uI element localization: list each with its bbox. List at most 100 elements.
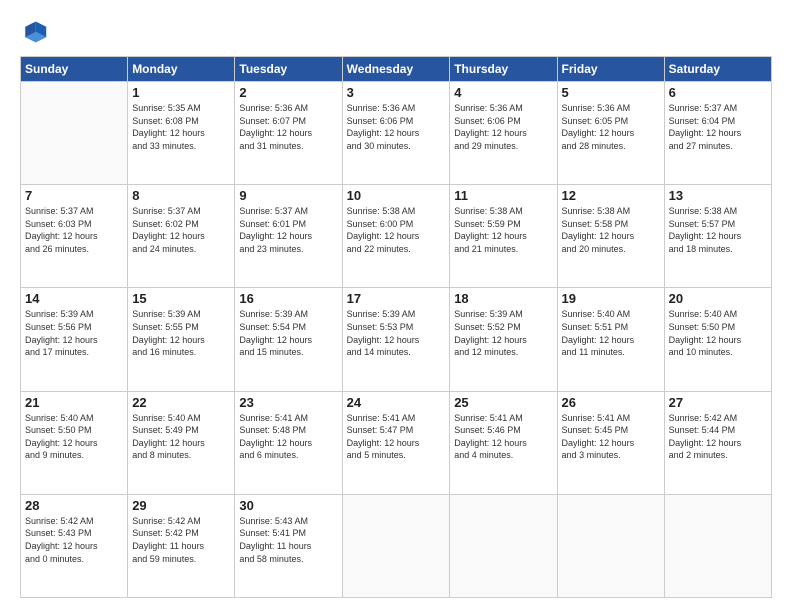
day-number: 16 [239, 291, 337, 306]
day-cell: 1 Sunrise: 5:35 AM Sunset: 6:08 PM Daylig… [128, 82, 235, 185]
day-cell: 26 Sunrise: 5:41 AM Sunset: 5:45 PM Dayli… [557, 391, 664, 494]
day-number: 27 [669, 395, 767, 410]
day-cell: 5 Sunrise: 5:36 AM Sunset: 6:05 PM Daylig… [557, 82, 664, 185]
weekday-header-monday: Monday [128, 57, 235, 82]
day-number: 19 [562, 291, 660, 306]
day-cell: 20 Sunrise: 5:40 AM Sunset: 5:50 PM Dayli… [664, 288, 771, 391]
day-info: Sunrise: 5:41 AM Sunset: 5:46 PM Dayligh… [454, 412, 552, 462]
day-info: Sunrise: 5:38 AM Sunset: 5:59 PM Dayligh… [454, 205, 552, 255]
day-info: Sunrise: 5:38 AM Sunset: 6:00 PM Dayligh… [347, 205, 446, 255]
calendar: SundayMondayTuesdayWednesdayThursdayFrid… [20, 56, 772, 598]
day-info: Sunrise: 5:38 AM Sunset: 5:58 PM Dayligh… [562, 205, 660, 255]
day-cell: 22 Sunrise: 5:40 AM Sunset: 5:49 PM Dayli… [128, 391, 235, 494]
day-cell [450, 494, 557, 597]
day-number: 23 [239, 395, 337, 410]
header [20, 18, 772, 46]
day-number: 20 [669, 291, 767, 306]
day-info: Sunrise: 5:36 AM Sunset: 6:06 PM Dayligh… [347, 102, 446, 152]
day-number: 7 [25, 188, 123, 203]
day-info: Sunrise: 5:35 AM Sunset: 6:08 PM Dayligh… [132, 102, 230, 152]
day-info: Sunrise: 5:40 AM Sunset: 5:50 PM Dayligh… [669, 308, 767, 358]
day-cell: 19 Sunrise: 5:40 AM Sunset: 5:51 PM Dayli… [557, 288, 664, 391]
day-cell [21, 82, 128, 185]
day-cell: 14 Sunrise: 5:39 AM Sunset: 5:56 PM Dayli… [21, 288, 128, 391]
day-cell: 24 Sunrise: 5:41 AM Sunset: 5:47 PM Dayli… [342, 391, 450, 494]
day-info: Sunrise: 5:39 AM Sunset: 5:56 PM Dayligh… [25, 308, 123, 358]
day-cell: 10 Sunrise: 5:38 AM Sunset: 6:00 PM Dayli… [342, 185, 450, 288]
day-number: 14 [25, 291, 123, 306]
day-cell: 23 Sunrise: 5:41 AM Sunset: 5:48 PM Dayli… [235, 391, 342, 494]
day-cell: 3 Sunrise: 5:36 AM Sunset: 6:06 PM Daylig… [342, 82, 450, 185]
day-number: 5 [562, 85, 660, 100]
logo-icon [20, 18, 48, 46]
day-number: 2 [239, 85, 337, 100]
day-cell: 25 Sunrise: 5:41 AM Sunset: 5:46 PM Dayli… [450, 391, 557, 494]
day-info: Sunrise: 5:42 AM Sunset: 5:42 PM Dayligh… [132, 515, 230, 565]
day-info: Sunrise: 5:42 AM Sunset: 5:44 PM Dayligh… [669, 412, 767, 462]
day-number: 6 [669, 85, 767, 100]
day-number: 3 [347, 85, 446, 100]
day-cell: 18Sunrise: 5:39 AM Sunset: 5:52 PM Dayli… [450, 288, 557, 391]
day-info: Sunrise: 5:39 AM Sunset: 5:54 PM Dayligh… [239, 308, 337, 358]
day-number: 29 [132, 498, 230, 513]
weekday-header-thursday: Thursday [450, 57, 557, 82]
week-row-5: 28Sunrise: 5:42 AM Sunset: 5:43 PM Dayli… [21, 494, 772, 597]
day-cell [664, 494, 771, 597]
day-number: 25 [454, 395, 552, 410]
day-number: 17 [347, 291, 446, 306]
day-number: 8 [132, 188, 230, 203]
day-info: Sunrise: 5:40 AM Sunset: 5:49 PM Dayligh… [132, 412, 230, 462]
day-info: Sunrise: 5:37 AM Sunset: 6:02 PM Dayligh… [132, 205, 230, 255]
day-number: 30 [239, 498, 337, 513]
day-info: Sunrise: 5:37 AM Sunset: 6:04 PM Dayligh… [669, 102, 767, 152]
day-cell: 27 Sunrise: 5:42 AM Sunset: 5:44 PM Dayli… [664, 391, 771, 494]
day-number: 11 [454, 188, 552, 203]
day-info: Sunrise: 5:42 AM Sunset: 5:43 PM Dayligh… [25, 515, 123, 565]
day-number: 9 [239, 188, 337, 203]
weekday-header-wednesday: Wednesday [342, 57, 450, 82]
weekday-header-friday: Friday [557, 57, 664, 82]
day-cell: 30 Sunrise: 5:43 AM Sunset: 5:41 PM Dayli… [235, 494, 342, 597]
day-cell: 13 Sunrise: 5:38 AM Sunset: 5:57 PM Dayli… [664, 185, 771, 288]
day-number: 26 [562, 395, 660, 410]
day-number: 24 [347, 395, 446, 410]
day-info: Sunrise: 5:36 AM Sunset: 6:06 PM Dayligh… [454, 102, 552, 152]
day-cell: 28Sunrise: 5:42 AM Sunset: 5:43 PM Dayli… [21, 494, 128, 597]
day-number: 22 [132, 395, 230, 410]
day-cell: 11 Sunrise: 5:38 AM Sunset: 5:59 PM Dayli… [450, 185, 557, 288]
weekday-header-tuesday: Tuesday [235, 57, 342, 82]
day-info: Sunrise: 5:37 AM Sunset: 6:03 PM Dayligh… [25, 205, 123, 255]
weekday-header-saturday: Saturday [664, 57, 771, 82]
day-info: Sunrise: 5:36 AM Sunset: 6:05 PM Dayligh… [562, 102, 660, 152]
day-cell: 15Sunrise: 5:39 AM Sunset: 5:55 PM Dayli… [128, 288, 235, 391]
day-cell: 4 Sunrise: 5:36 AM Sunset: 6:06 PM Daylig… [450, 82, 557, 185]
day-info: Sunrise: 5:41 AM Sunset: 5:45 PM Dayligh… [562, 412, 660, 462]
week-row-2: 7 Sunrise: 5:37 AM Sunset: 6:03 PM Daylig… [21, 185, 772, 288]
day-info: Sunrise: 5:39 AM Sunset: 5:53 PM Dayligh… [347, 308, 446, 358]
day-info: Sunrise: 5:37 AM Sunset: 6:01 PM Dayligh… [239, 205, 337, 255]
day-info: Sunrise: 5:39 AM Sunset: 5:55 PM Dayligh… [132, 308, 230, 358]
day-cell [557, 494, 664, 597]
day-cell: 8 Sunrise: 5:37 AM Sunset: 6:02 PM Daylig… [128, 185, 235, 288]
weekday-header-sunday: Sunday [21, 57, 128, 82]
day-number: 10 [347, 188, 446, 203]
day-cell: 21Sunrise: 5:40 AM Sunset: 5:50 PM Dayli… [21, 391, 128, 494]
day-info: Sunrise: 5:40 AM Sunset: 5:51 PM Dayligh… [562, 308, 660, 358]
day-number: 4 [454, 85, 552, 100]
day-cell: 16 Sunrise: 5:39 AM Sunset: 5:54 PM Dayli… [235, 288, 342, 391]
day-info: Sunrise: 5:41 AM Sunset: 5:47 PM Dayligh… [347, 412, 446, 462]
day-cell: 17 Sunrise: 5:39 AM Sunset: 5:53 PM Dayli… [342, 288, 450, 391]
week-row-1: 1 Sunrise: 5:35 AM Sunset: 6:08 PM Daylig… [21, 82, 772, 185]
page: SundayMondayTuesdayWednesdayThursdayFrid… [0, 0, 792, 612]
day-number: 21 [25, 395, 123, 410]
day-cell [342, 494, 450, 597]
day-cell: 6 Sunrise: 5:37 AM Sunset: 6:04 PM Daylig… [664, 82, 771, 185]
weekday-header-row: SundayMondayTuesdayWednesdayThursdayFrid… [21, 57, 772, 82]
day-cell: 7 Sunrise: 5:37 AM Sunset: 6:03 PM Daylig… [21, 185, 128, 288]
day-info: Sunrise: 5:38 AM Sunset: 5:57 PM Dayligh… [669, 205, 767, 255]
day-info: Sunrise: 5:43 AM Sunset: 5:41 PM Dayligh… [239, 515, 337, 565]
logo [20, 18, 52, 46]
day-info: Sunrise: 5:41 AM Sunset: 5:48 PM Dayligh… [239, 412, 337, 462]
day-number: 1 [132, 85, 230, 100]
day-number: 13 [669, 188, 767, 203]
